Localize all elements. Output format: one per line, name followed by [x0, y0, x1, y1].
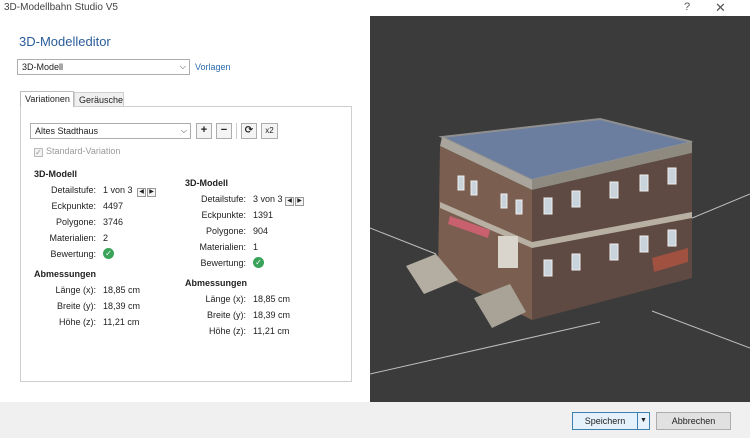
rating-label-left: Bewertung:: [50, 249, 96, 259]
dialog-footer: Speichern ▼ Abbrechen: [0, 402, 750, 438]
vertices-value-right: 1391: [253, 210, 274, 220]
variation-select[interactable]: Altes Stadthaus ⌵: [30, 123, 191, 139]
check-circle-icon: ✓: [253, 257, 264, 268]
length-value-left: 18,85 cm: [103, 285, 141, 295]
width-value-right: 18,39 cm: [253, 310, 291, 320]
rating-label-right: Bewertung:: [200, 258, 246, 268]
height-value-right: 11,21 cm: [253, 326, 290, 336]
polygons-label-left: Polygone:: [55, 217, 96, 227]
height-label-left: Höhe (z):: [58, 317, 96, 327]
detail-value-left: 1 von 3: [103, 185, 133, 195]
duplicate-x2-button[interactable]: x2: [261, 123, 278, 139]
length-value-right: 18,85 cm: [253, 294, 291, 304]
editor-panel: 3D-Modelleditor 3D-Modell ⌵ Vorlagen Var…: [0, 16, 370, 402]
standard-variation-label: Standard-Variation: [46, 146, 121, 156]
vorlagen-link[interactable]: Vorlagen: [195, 62, 231, 72]
model-type-select[interactable]: 3D-Modell ⌵: [17, 59, 190, 75]
materials-value-left: 2: [103, 233, 109, 243]
toolbar-divider: [236, 123, 237, 139]
polygons-label-right: Polygone:: [205, 226, 246, 236]
variation-value: Altes Stadthaus: [35, 126, 99, 136]
model-heading-right: 3D-Modell: [185, 178, 229, 188]
detail-stepper-left[interactable]: ◀ ▶: [137, 185, 157, 197]
chevron-down-icon: ▼: [640, 417, 647, 424]
3d-viewport[interactable]: [370, 16, 750, 402]
window-title: 3D-Modellbahn Studio V5: [4, 2, 118, 13]
length-label-right: Länge (x):: [205, 294, 246, 304]
tab-variationen[interactable]: Variationen: [20, 91, 74, 107]
building-preview: [370, 117, 750, 375]
vertices-value-left: 4497: [103, 201, 124, 211]
width-value-left: 18,39 cm: [103, 301, 141, 311]
refresh-icon[interactable]: ⟳: [241, 123, 257, 139]
variationen-panel: Altes Stadthaus ⌵ + − ⟳ x2 ✓ Standard-Var…: [20, 106, 352, 382]
add-variation-button[interactable]: +: [196, 123, 212, 139]
standard-variation-row: ✓ Standard-Variation: [34, 146, 120, 157]
tab-geraeusche[interactable]: Geräusche: [74, 92, 124, 107]
remove-variation-button[interactable]: −: [216, 123, 232, 139]
width-label-right: Breite (y):: [206, 310, 246, 320]
polygons-value-right: 904: [253, 226, 269, 236]
save-button[interactable]: Speichern: [572, 412, 638, 430]
dims-heading-right: Abmessungen: [185, 278, 248, 288]
editor-title: 3D-Modelleditor: [19, 34, 111, 49]
model-heading-left: 3D-Modell: [34, 169, 78, 179]
chevron-down-icon: ⌵: [179, 62, 186, 71]
materials-label-right: Materialien:: [199, 242, 246, 252]
chevron-down-icon: ⌵: [180, 126, 187, 135]
help-button[interactable]: ?: [684, 1, 690, 13]
chevron-right-icon[interactable]: ▶: [147, 188, 156, 197]
close-button[interactable]: ✕: [715, 0, 726, 16]
chevron-left-icon[interactable]: ◀: [137, 188, 146, 197]
vertices-label-right: Eckpunkte:: [201, 210, 246, 220]
materials-label-left: Materialien:: [49, 233, 96, 243]
cancel-button[interactable]: Abbrechen: [656, 412, 731, 430]
model-type-value: 3D-Modell: [22, 62, 64, 72]
title-bar: 3D-Modellbahn Studio V5 ? ✕: [0, 0, 750, 16]
vertices-label-left: Eckpunkte:: [51, 201, 96, 211]
height-label-right: Höhe (z):: [208, 326, 246, 336]
width-label-left: Breite (y):: [56, 301, 96, 311]
dims-heading-left: Abmessungen: [34, 269, 97, 279]
standard-variation-checkbox[interactable]: ✓: [34, 148, 43, 157]
detail-label-right: Detailstufe:: [200, 194, 246, 204]
detail-label-left: Detailstufe:: [50, 185, 96, 195]
materials-value-right: 1: [253, 242, 259, 252]
door: [498, 236, 518, 268]
height-value-left: 11,21 cm: [103, 317, 140, 327]
check-circle-icon: ✓: [103, 248, 114, 259]
chevron-right-icon[interactable]: ▶: [295, 197, 304, 206]
polygons-value-left: 3746: [103, 217, 124, 227]
length-label-left: Länge (x):: [55, 285, 96, 295]
detail-stepper-right[interactable]: ◀ ▶: [285, 194, 305, 206]
chevron-left-icon[interactable]: ◀: [285, 197, 294, 206]
detail-value-right: 3 von 3: [253, 194, 283, 204]
save-options-dropdown[interactable]: ▼: [638, 412, 650, 430]
